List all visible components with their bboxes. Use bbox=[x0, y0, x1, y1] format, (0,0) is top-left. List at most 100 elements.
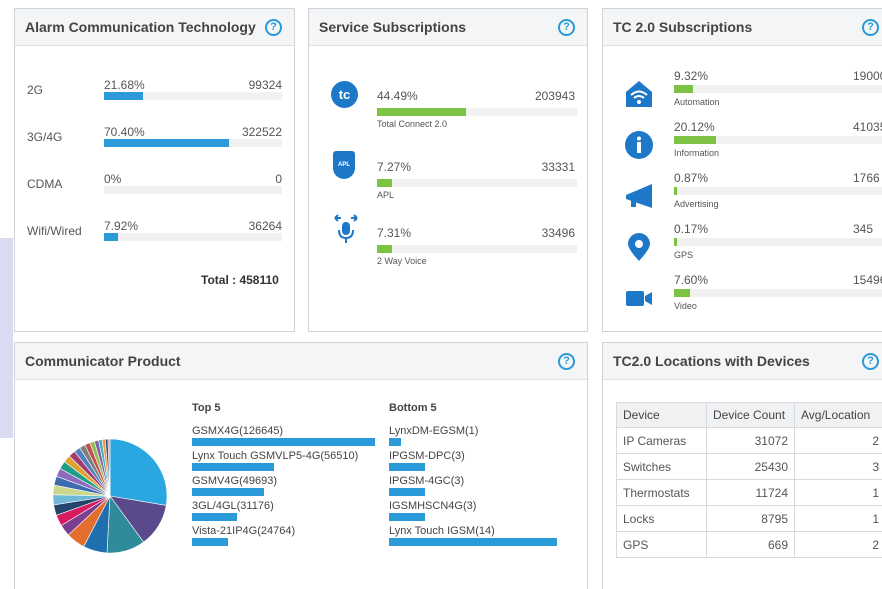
service-subscriptions-card: Service Subscriptions ? tc 44.49% 203943 To… bbox=[308, 8, 588, 332]
icon-text: tc bbox=[338, 87, 351, 102]
alarm-progress-bar bbox=[104, 233, 282, 241]
device-count-cell: 8795 bbox=[706, 505, 795, 532]
service-card-title: Service Subscriptions bbox=[319, 19, 467, 35]
top5-bar bbox=[192, 513, 238, 521]
top5-bar bbox=[192, 488, 264, 496]
alarm-row-count: 99324 bbox=[248, 78, 282, 92]
tc20-progress-bar bbox=[674, 136, 882, 144]
tc20-progress-bar bbox=[674, 289, 882, 297]
avg-location-cell: 2 bbox=[794, 531, 882, 558]
service-row-label: Total Connect 2.0 bbox=[377, 119, 448, 129]
bottom5-bar bbox=[389, 438, 401, 446]
alarm-progress-bar bbox=[104, 186, 282, 194]
bottom5-item-label: LynxDM-EGSM(1) bbox=[389, 425, 479, 437]
tc20-row-count: 41035 bbox=[853, 120, 882, 134]
service-progress-bar bbox=[377, 245, 577, 253]
microphone-voice-icon bbox=[331, 213, 361, 245]
communicator-help-icon[interactable]: ? bbox=[558, 352, 575, 370]
video-camera-icon bbox=[624, 283, 654, 313]
alarm-row-count: 0 bbox=[275, 172, 282, 186]
device-name-cell: GPS bbox=[616, 531, 707, 558]
locations-devices-card: TC2.0 Locations with Devices ? Device De… bbox=[602, 342, 882, 589]
locations-help-icon[interactable]: ? bbox=[862, 352, 879, 370]
alarm-progress-fill bbox=[104, 92, 143, 100]
table-row: GPS 669 2 bbox=[616, 531, 882, 558]
top5-item-label: Lynx Touch GSMVLP5-4G(56510) bbox=[192, 450, 359, 462]
alarm-row-label: 2G bbox=[27, 83, 44, 97]
alarm-card-title: Alarm Communication Technology bbox=[25, 19, 256, 35]
service-progress-bar bbox=[377, 108, 577, 116]
total-connect-icon: tc bbox=[331, 81, 358, 108]
device-count-cell: 31072 bbox=[706, 427, 795, 454]
service-row-label: APL bbox=[377, 190, 395, 200]
service-card-header: Service Subscriptions ? bbox=[309, 9, 587, 46]
service-row-count: 33331 bbox=[541, 160, 575, 174]
alarm-total: Total : 458110 bbox=[201, 273, 279, 287]
alarm-help-icon[interactable]: ? bbox=[265, 18, 282, 36]
tc20-row-percent: 9.32% bbox=[674, 69, 709, 83]
top5-item-label: GSMV4G(49693) bbox=[192, 475, 277, 487]
table-row: Switches 25430 3 bbox=[616, 453, 882, 480]
tc20-row-count: 15496 bbox=[853, 273, 882, 287]
tc20-progress-fill bbox=[674, 85, 694, 93]
map-pin-icon bbox=[624, 232, 654, 262]
bottom5-item-label: IGSMHSCN4G(3) bbox=[389, 500, 477, 512]
icon-text: APL bbox=[338, 162, 350, 168]
service-row-percent: 7.27% bbox=[377, 160, 412, 174]
megaphone-icon bbox=[624, 181, 654, 211]
bottom5-bar bbox=[389, 488, 425, 496]
tc20-progress-bar bbox=[674, 238, 882, 246]
tc20-card-title: TC 2.0 Subscriptions bbox=[613, 19, 753, 35]
service-row-percent: 7.31% bbox=[377, 226, 412, 240]
col-device-count[interactable]: Device Count bbox=[706, 402, 795, 428]
service-row-count: 33496 bbox=[541, 226, 575, 240]
device-count-cell: 669 bbox=[706, 531, 795, 558]
service-progress-fill bbox=[377, 179, 392, 187]
bottom5-item-label: Lynx Touch IGSM(14) bbox=[389, 525, 495, 537]
service-row-percent: 44.49% bbox=[377, 89, 418, 103]
tc20-card-header: TC 2.0 Subscriptions ? bbox=[603, 9, 882, 46]
alarm-progress-fill bbox=[104, 139, 230, 147]
service-help-icon[interactable]: ? bbox=[558, 18, 575, 36]
bottom5-item-label: IPGSM-DPC(3) bbox=[389, 450, 465, 462]
tc20-row-label: Video bbox=[674, 301, 697, 311]
tc20-row-percent: 0.17% bbox=[674, 222, 709, 236]
tc20-progress-fill bbox=[674, 136, 716, 144]
top5-heading: Top 5 bbox=[192, 402, 221, 414]
alarm-row-label: Wifi/Wired bbox=[27, 224, 82, 238]
communicator-card-title: Communicator Product bbox=[25, 353, 181, 369]
alarm-row-label: CDMA bbox=[27, 177, 63, 191]
alarm-row-count: 322522 bbox=[241, 125, 282, 139]
top5-bar bbox=[192, 538, 228, 546]
alarm-row-percent: 7.92% bbox=[104, 219, 139, 233]
alarm-progress-bar bbox=[104, 92, 282, 100]
apl-shield-icon: APL bbox=[333, 151, 355, 179]
tc20-row-label: GPS bbox=[674, 250, 694, 260]
col-device[interactable]: Device bbox=[616, 402, 707, 428]
device-name-cell: Locks bbox=[616, 505, 707, 532]
alarm-communication-card: Alarm Communication Technology ? 2G 21.68… bbox=[14, 8, 295, 332]
tc20-help-icon[interactable]: ? bbox=[862, 18, 879, 36]
alarm-progress-bar bbox=[104, 139, 282, 147]
avg-location-cell: 1 bbox=[794, 505, 882, 532]
devices-table: Device Device Count Avg/Location IP Came… bbox=[616, 402, 882, 558]
alarm-row-count: 36264 bbox=[248, 219, 282, 233]
alarm-card-header: Alarm Communication Technology ? bbox=[15, 9, 294, 46]
tc20-row-percent: 20.12% bbox=[674, 120, 715, 134]
service-progress-fill bbox=[377, 245, 392, 253]
table-row: IP Cameras 31072 2 bbox=[616, 427, 882, 454]
alarm-row-percent: 21.68% bbox=[104, 78, 145, 92]
tc20-progress-bar bbox=[674, 85, 882, 93]
tc20-row-count: 345 bbox=[853, 222, 874, 236]
devices-table-header: Device Device Count Avg/Location bbox=[616, 402, 882, 428]
pie-slice bbox=[109, 438, 168, 506]
tc20-row-percent: 7.60% bbox=[674, 273, 709, 287]
col-avg-location[interactable]: Avg/Location bbox=[794, 402, 882, 428]
device-count-cell: 11724 bbox=[706, 479, 795, 506]
service-progress-fill bbox=[377, 108, 466, 116]
device-name-cell: Thermostats bbox=[616, 479, 707, 506]
avg-location-cell: 2 bbox=[794, 427, 882, 454]
info-icon bbox=[624, 130, 654, 160]
service-row-label: 2 Way Voice bbox=[377, 256, 427, 266]
bottom5-bar bbox=[389, 463, 425, 471]
